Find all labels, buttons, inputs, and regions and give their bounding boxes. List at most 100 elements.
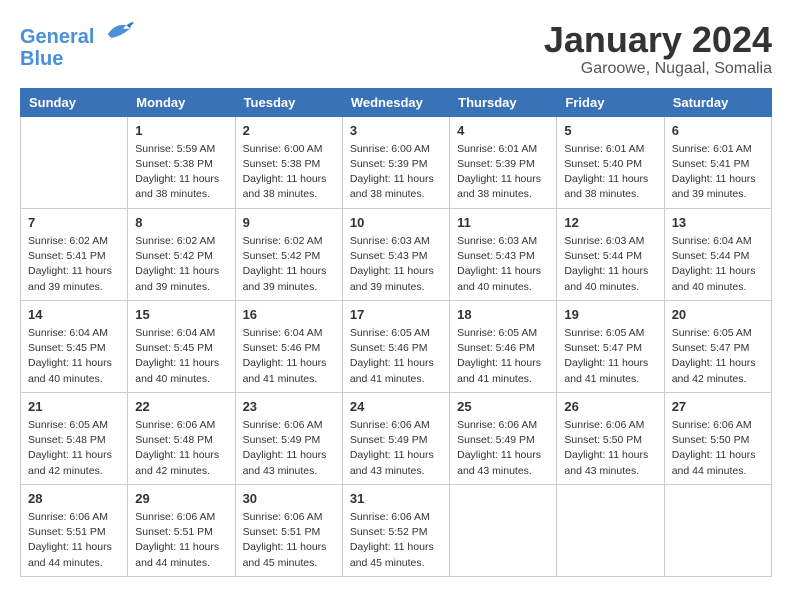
day-number: 25	[457, 398, 549, 416]
calendar-cell: 12 Sunrise: 6:03 AMSunset: 5:44 PMDayligh…	[557, 208, 664, 300]
day-info: Sunrise: 6:06 AMSunset: 5:49 PMDaylight:…	[350, 418, 442, 479]
day-info: Sunrise: 6:06 AMSunset: 5:51 PMDaylight:…	[243, 510, 335, 571]
calendar-cell: 29Sunrise: 6:06 AMSunset: 5:51 PMDayligh…	[128, 484, 235, 576]
calendar-cell: 3Sunrise: 6:00 AMSunset: 5:39 PMDaylight…	[342, 116, 449, 208]
calendar-cell: 5 Sunrise: 6:01 AMSunset: 5:40 PMDaylight…	[557, 116, 664, 208]
weekday-header-wednesday: Wednesday	[342, 88, 449, 116]
logo-blue: Blue	[20, 48, 63, 70]
day-info: Sunrise: 6:03 AMSunset: 5:43 PMDaylight:…	[350, 234, 442, 295]
calendar-cell: 6 Sunrise: 6:01 AMSunset: 5:41 PMDaylight…	[664, 116, 771, 208]
day-number: 14	[28, 306, 120, 324]
day-number: 24	[350, 398, 442, 416]
calendar-cell: 26 Sunrise: 6:06 AMSunset: 5:50 PMDayligh…	[557, 392, 664, 484]
weekday-header-sunday: Sunday	[21, 88, 128, 116]
day-info: Sunrise: 6:02 AMSunset: 5:41 PMDaylight:…	[28, 234, 120, 295]
calendar-cell: 7 Sunrise: 6:02 AMSunset: 5:41 PMDaylight…	[21, 208, 128, 300]
day-info: Sunrise: 6:04 AMSunset: 5:46 PMDaylight:…	[243, 326, 335, 387]
day-number: 20	[672, 306, 764, 324]
calendar-cell: 24 Sunrise: 6:06 AMSunset: 5:49 PMDayligh…	[342, 392, 449, 484]
day-info: Sunrise: 6:06 AMSunset: 5:52 PMDaylight:…	[350, 510, 442, 571]
calendar-cell	[664, 484, 771, 576]
day-info: Sunrise: 6:00 AMSunset: 5:38 PMDaylight:…	[243, 142, 335, 203]
day-number: 2	[243, 122, 335, 140]
day-info: Sunrise: 6:03 AMSunset: 5:44 PMDaylight:…	[564, 234, 656, 295]
calendar-cell: 9Sunrise: 6:02 AMSunset: 5:42 PMDaylight…	[235, 208, 342, 300]
calendar-cell: 10 Sunrise: 6:03 AMSunset: 5:43 PMDayligh…	[342, 208, 449, 300]
day-info: Sunrise: 6:06 AMSunset: 5:50 PMDaylight:…	[672, 418, 764, 479]
calendar-cell	[450, 484, 557, 576]
day-number: 31	[350, 490, 442, 508]
weekday-header-tuesday: Tuesday	[235, 88, 342, 116]
location-subtitle: Garoowe, Nugaal, Somalia	[544, 60, 772, 78]
day-number: 15	[135, 306, 227, 324]
day-info: Sunrise: 6:05 AMSunset: 5:47 PMDaylight:…	[564, 326, 656, 387]
calendar-week-row: 7 Sunrise: 6:02 AMSunset: 5:41 PMDaylight…	[21, 208, 772, 300]
day-info: Sunrise: 6:06 AMSunset: 5:49 PMDaylight:…	[243, 418, 335, 479]
day-number: 4	[457, 122, 549, 140]
calendar-cell: 16 Sunrise: 6:04 AMSunset: 5:46 PMDayligh…	[235, 300, 342, 392]
calendar-cell: 28Sunrise: 6:06 AMSunset: 5:51 PMDayligh…	[21, 484, 128, 576]
calendar-header-row: SundayMondayTuesdayWednesdayThursdayFrid…	[21, 88, 772, 116]
calendar-cell: 11Sunrise: 6:03 AMSunset: 5:43 PMDayligh…	[450, 208, 557, 300]
day-info: Sunrise: 6:05 AMSunset: 5:48 PMDaylight:…	[28, 418, 120, 479]
calendar-cell	[21, 116, 128, 208]
calendar-cell	[557, 484, 664, 576]
calendar-week-row: 1 Sunrise: 5:59 AMSunset: 5:38 PMDaylight…	[21, 116, 772, 208]
day-number: 11	[457, 214, 549, 232]
day-number: 6	[672, 122, 764, 140]
day-number: 5	[564, 122, 656, 140]
calendar-cell: 13 Sunrise: 6:04 AMSunset: 5:44 PMDayligh…	[664, 208, 771, 300]
day-number: 7	[28, 214, 120, 232]
calendar-cell: 15 Sunrise: 6:04 AMSunset: 5:45 PMDayligh…	[128, 300, 235, 392]
calendar-body: 1 Sunrise: 5:59 AMSunset: 5:38 PMDaylight…	[21, 116, 772, 576]
day-number: 17	[350, 306, 442, 324]
day-info: Sunrise: 6:04 AMSunset: 5:44 PMDaylight:…	[672, 234, 764, 295]
title-block: January 2024 Garoowe, Nugaal, Somalia	[544, 20, 772, 78]
day-number: 10	[350, 214, 442, 232]
day-number: 29	[135, 490, 227, 508]
day-info: Sunrise: 6:01 AMSunset: 5:41 PMDaylight:…	[672, 142, 764, 203]
day-info: Sunrise: 6:02 AMSunset: 5:42 PMDaylight:…	[135, 234, 227, 295]
day-number: 27	[672, 398, 764, 416]
day-number: 12	[564, 214, 656, 232]
weekday-header-friday: Friday	[557, 88, 664, 116]
calendar-cell: 4Sunrise: 6:01 AMSunset: 5:39 PMDaylight…	[450, 116, 557, 208]
calendar-cell: 23 Sunrise: 6:06 AMSunset: 5:49 PMDayligh…	[235, 392, 342, 484]
page-header: General Blue January 2024 Garoowe, Nugaa…	[20, 20, 772, 78]
day-number: 26	[564, 398, 656, 416]
day-info: Sunrise: 6:06 AMSunset: 5:48 PMDaylight:…	[135, 418, 227, 479]
day-number: 1	[135, 122, 227, 140]
calendar-cell: 30Sunrise: 6:06 AMSunset: 5:51 PMDayligh…	[235, 484, 342, 576]
day-number: 18	[457, 306, 549, 324]
day-info: Sunrise: 6:06 AMSunset: 5:50 PMDaylight:…	[564, 418, 656, 479]
calendar-week-row: 14 Sunrise: 6:04 AMSunset: 5:45 PMDayligh…	[21, 300, 772, 392]
logo-bird-icon	[104, 18, 134, 43]
logo: General Blue	[20, 20, 134, 70]
calendar-cell: 8 Sunrise: 6:02 AMSunset: 5:42 PMDaylight…	[128, 208, 235, 300]
calendar-cell: 18 Sunrise: 6:05 AMSunset: 5:46 PMDayligh…	[450, 300, 557, 392]
day-number: 9	[243, 214, 335, 232]
day-number: 3	[350, 122, 442, 140]
day-number: 8	[135, 214, 227, 232]
day-info: Sunrise: 6:06 AMSunset: 5:51 PMDaylight:…	[28, 510, 120, 571]
calendar-cell: 14 Sunrise: 6:04 AMSunset: 5:45 PMDayligh…	[21, 300, 128, 392]
day-number: 23	[243, 398, 335, 416]
day-info: Sunrise: 6:04 AMSunset: 5:45 PMDaylight:…	[28, 326, 120, 387]
weekday-header-thursday: Thursday	[450, 88, 557, 116]
calendar-week-row: 21 Sunrise: 6:05 AMSunset: 5:48 PMDayligh…	[21, 392, 772, 484]
day-number: 16	[243, 306, 335, 324]
calendar-cell: 22 Sunrise: 6:06 AMSunset: 5:48 PMDayligh…	[128, 392, 235, 484]
day-number: 19	[564, 306, 656, 324]
day-info: Sunrise: 6:05 AMSunset: 5:46 PMDaylight:…	[457, 326, 549, 387]
day-info: Sunrise: 6:04 AMSunset: 5:45 PMDaylight:…	[135, 326, 227, 387]
day-info: Sunrise: 6:01 AMSunset: 5:40 PMDaylight:…	[564, 142, 656, 203]
weekday-header-monday: Monday	[128, 88, 235, 116]
month-title: January 2024	[544, 20, 772, 60]
day-info: Sunrise: 6:05 AMSunset: 5:47 PMDaylight:…	[672, 326, 764, 387]
day-number: 13	[672, 214, 764, 232]
calendar-cell: 20 Sunrise: 6:05 AMSunset: 5:47 PMDayligh…	[664, 300, 771, 392]
calendar-week-row: 28Sunrise: 6:06 AMSunset: 5:51 PMDayligh…	[21, 484, 772, 576]
day-number: 22	[135, 398, 227, 416]
day-info: Sunrise: 5:59 AMSunset: 5:38 PMDaylight:…	[135, 142, 227, 203]
day-number: 21	[28, 398, 120, 416]
